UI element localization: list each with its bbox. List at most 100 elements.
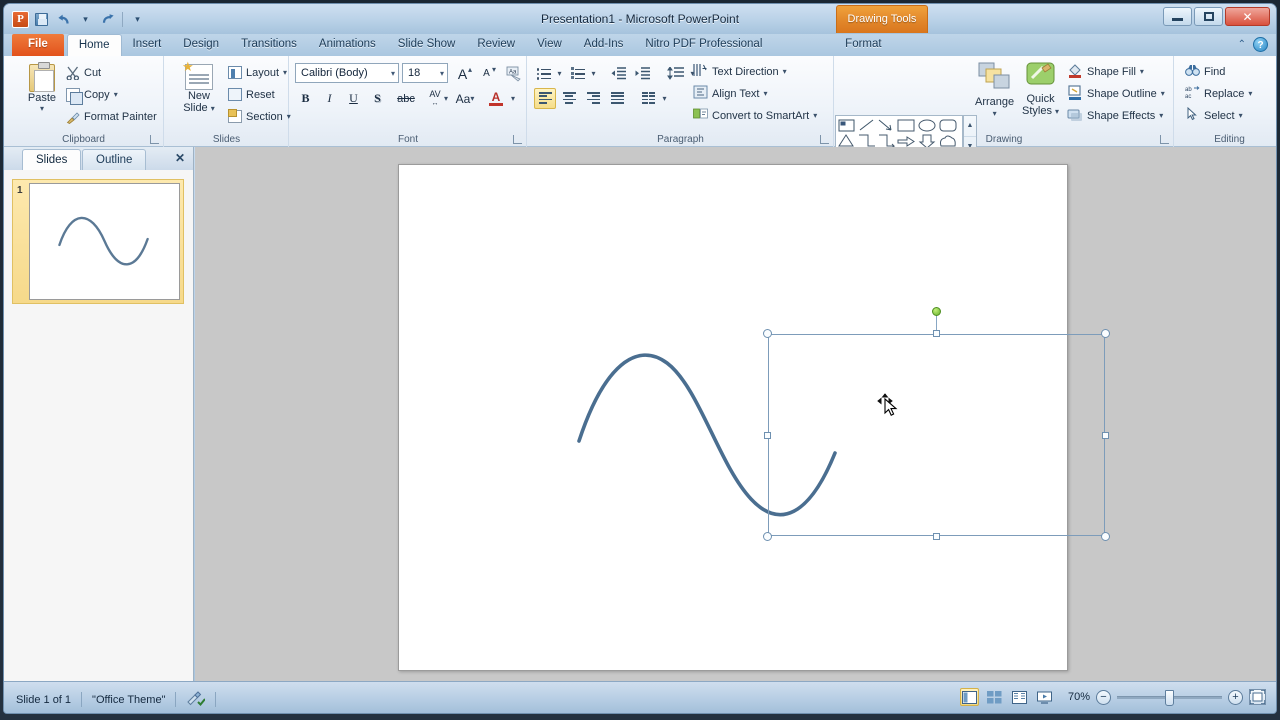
columns-dropdown[interactable]: ▾: [659, 88, 670, 109]
align-center-button[interactable]: [558, 88, 580, 109]
tab-transitions[interactable]: Transitions: [230, 34, 308, 56]
grow-font-button[interactable]: A▴: [452, 63, 473, 84]
handle-top-left[interactable]: [763, 329, 772, 338]
numbering-dropdown[interactable]: ▾: [588, 63, 599, 84]
shrink-font-button[interactable]: A▾: [476, 63, 497, 84]
bold-icon: B: [301, 91, 309, 106]
copy-button[interactable]: Copy ▾: [66, 85, 118, 104]
zoom-slider-track[interactable]: [1117, 696, 1222, 699]
format-painter-button[interactable]: Format Painter: [66, 107, 157, 126]
zoom-out-button[interactable]: −: [1096, 690, 1111, 705]
view-slide-sorter-button[interactable]: [985, 688, 1004, 706]
paste-icon: [29, 64, 55, 92]
minimize-button[interactable]: [1163, 7, 1192, 26]
bold-button[interactable]: B: [295, 88, 316, 109]
chevron-down-icon: ▾: [511, 94, 515, 103]
text-direction-button[interactable]: Text Direction ▾: [693, 62, 787, 81]
increase-indent-button[interactable]: [632, 63, 654, 84]
collapse-ribbon-icon[interactable]: ⌃: [1238, 39, 1246, 50]
shape-outline-button[interactable]: Shape Outline ▾: [1067, 84, 1165, 103]
find-button[interactable]: Find: [1185, 62, 1225, 81]
handle-bottom-center[interactable]: [933, 533, 940, 540]
font-name-combobox[interactable]: Calibri (Body) ▾: [295, 63, 399, 83]
justify-button[interactable]: [606, 88, 628, 109]
paste-button[interactable]: Paste ▾: [18, 64, 66, 113]
replace-button[interactable]: abac Replace ▾: [1185, 84, 1252, 103]
theme-label[interactable]: "Office Theme": [92, 694, 165, 706]
cut-button[interactable]: Cut: [66, 63, 101, 82]
change-case-button[interactable]: Aa▾: [451, 88, 479, 109]
tab-view[interactable]: View: [526, 34, 573, 56]
slide-thumbnail-item[interactable]: 1: [12, 179, 184, 304]
handle-middle-left[interactable]: [764, 432, 771, 439]
drawing-dialog-launcher[interactable]: [1160, 135, 1169, 144]
tab-slide-show[interactable]: Slide Show: [387, 34, 467, 56]
arrange-button[interactable]: Arrange ▾: [975, 62, 1014, 118]
view-reading-button[interactable]: [1010, 688, 1029, 706]
bullets-dropdown[interactable]: ▾: [554, 63, 565, 84]
line-spacing-button[interactable]: [664, 63, 688, 84]
handle-bottom-right[interactable]: [1101, 532, 1110, 541]
clear-formatting-button[interactable]: Aa: [503, 63, 524, 84]
character-spacing-button[interactable]: AV↔ ▾: [421, 88, 449, 109]
close-pane-icon[interactable]: ✕: [175, 151, 185, 165]
shape-fill-button[interactable]: Shape Fill ▾: [1067, 62, 1144, 81]
spellcheck-icon[interactable]: [186, 690, 205, 709]
rotate-handle[interactable]: [932, 307, 941, 316]
section-button[interactable]: Section ▾: [228, 107, 291, 126]
layout-button[interactable]: Layout ▾: [228, 63, 287, 82]
tab-insert[interactable]: Insert: [122, 34, 173, 56]
chevron-down-icon: ▾: [40, 104, 44, 113]
columns-button[interactable]: [636, 88, 660, 109]
view-slideshow-button[interactable]: [1035, 688, 1054, 706]
pane-tab-outline[interactable]: Outline: [82, 149, 146, 170]
reset-button[interactable]: Reset: [228, 85, 275, 104]
tab-file[interactable]: File: [12, 34, 64, 56]
font-color-button[interactable]: A: [486, 88, 506, 109]
restore-button[interactable]: [1194, 7, 1223, 26]
handle-top-right[interactable]: [1101, 329, 1110, 338]
chevron-down-icon: ▾: [436, 69, 444, 78]
font-color-dropdown[interactable]: ▾: [507, 88, 519, 109]
help-icon[interactable]: ?: [1253, 37, 1268, 52]
new-slide-button[interactable]: New Slide ▾: [173, 64, 225, 114]
tab-nitro-pdf[interactable]: Nitro PDF Professional: [634, 34, 773, 56]
font-size-combobox[interactable]: 18 ▾: [402, 63, 448, 83]
convert-to-smartart-button[interactable]: Convert to SmartArt ▾: [693, 106, 817, 125]
align-right-button[interactable]: [582, 88, 604, 109]
view-normal-button[interactable]: [960, 688, 979, 706]
tab-animations[interactable]: Animations: [308, 34, 387, 56]
tab-review[interactable]: Review: [466, 34, 526, 56]
slide-workspace[interactable]: [195, 147, 1276, 681]
shape-selection-box[interactable]: [768, 334, 1105, 536]
strikethrough-button[interactable]: abc: [393, 88, 419, 109]
pane-tab-slides[interactable]: Slides: [22, 149, 81, 170]
close-button[interactable]: ✕: [1225, 7, 1270, 26]
select-button[interactable]: Select ▾: [1185, 106, 1243, 125]
bullets-button[interactable]: [534, 63, 554, 84]
shape-effects-button[interactable]: Shape Effects ▾: [1067, 106, 1163, 125]
decrease-indent-button[interactable]: [608, 63, 630, 84]
tab-add-ins[interactable]: Add-Ins: [573, 34, 635, 56]
handle-top-center[interactable]: [933, 330, 940, 337]
handle-bottom-left[interactable]: [763, 532, 772, 541]
underline-button[interactable]: U: [343, 88, 364, 109]
italic-button[interactable]: I: [319, 88, 340, 109]
font-dialog-launcher[interactable]: [513, 135, 522, 144]
handle-middle-right[interactable]: [1102, 432, 1109, 439]
align-left-button[interactable]: [534, 88, 556, 109]
tab-format[interactable]: Format: [817, 34, 909, 56]
tab-design[interactable]: Design: [172, 34, 230, 56]
tab-home[interactable]: Home: [67, 34, 122, 56]
fit-to-window-button[interactable]: [1249, 689, 1266, 705]
quick-styles-button[interactable]: Quick Styles ▾: [1022, 62, 1059, 117]
clipboard-dialog-launcher[interactable]: [150, 135, 159, 144]
gallery-scroll-up[interactable]: ▲: [964, 116, 976, 137]
zoom-slider-thumb[interactable]: [1165, 690, 1174, 706]
slide-canvas[interactable]: [398, 164, 1068, 671]
text-shadow-button[interactable]: S: [367, 88, 388, 109]
align-text-button[interactable]: Align Text ▾: [693, 84, 768, 103]
numbering-button[interactable]: [568, 63, 588, 84]
paragraph-dialog-launcher[interactable]: [820, 135, 829, 144]
zoom-in-button[interactable]: +: [1228, 690, 1243, 705]
